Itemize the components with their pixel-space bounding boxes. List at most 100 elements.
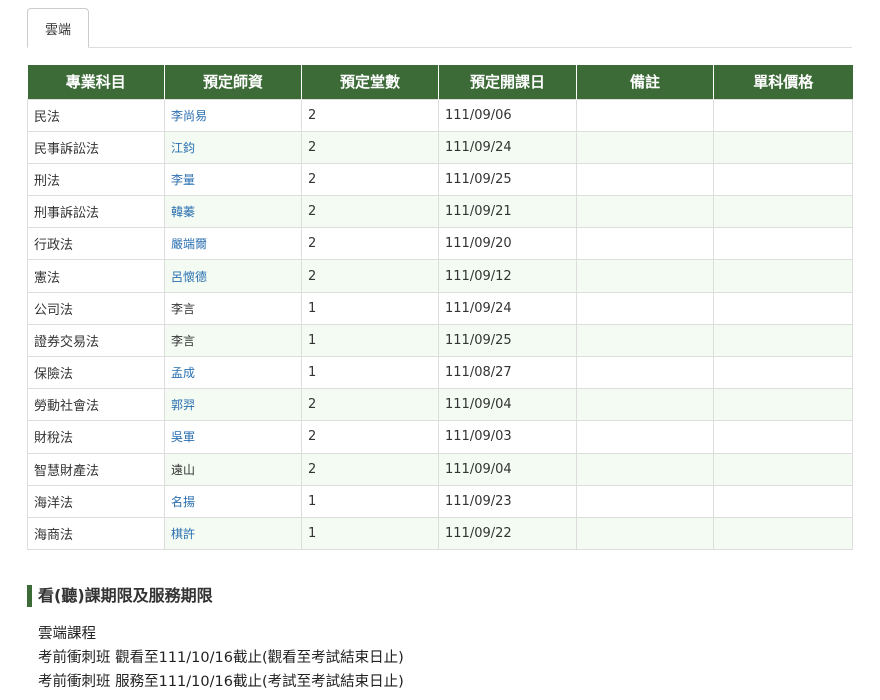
tab-bar: 雲端	[27, 8, 852, 48]
cell-sessions: 1	[301, 291, 439, 325]
teacher-link[interactable]: 郭羿	[171, 398, 195, 412]
cell-teacher: 江鈞	[164, 130, 302, 164]
cell-start-date: 111/09/25	[438, 323, 577, 358]
cell-subject: 民事訴訟法	[27, 130, 165, 164]
cell-price	[713, 323, 853, 358]
table-row: 民法 李尚易 2 111/09/06	[27, 98, 853, 132]
tab-cloud[interactable]: 雲端	[27, 8, 89, 48]
cell-sessions: 2	[301, 227, 439, 261]
teacher-name: 李言	[171, 333, 196, 348]
period-line-service: 考前衝刺班 服務至111/10/16截止(考試至考試結束日止)	[38, 674, 404, 690]
header-subject: 專業科目	[27, 65, 165, 99]
period-info: 雲端課程 考前衝刺班 觀看至111/10/16截止(觀看至考試結束日止) 考前衝…	[38, 622, 404, 694]
cell-subject: 刑法	[27, 162, 165, 197]
cell-teacher: 嚴端爾	[164, 227, 302, 261]
cell-price	[713, 162, 853, 197]
cell-subject: 海洋法	[27, 484, 165, 518]
cell-note	[576, 484, 714, 518]
cell-note	[576, 355, 714, 390]
table-row: 保險法 孟成 1 111/08/27	[27, 355, 853, 390]
cell-start-date: 111/09/22	[438, 516, 577, 551]
cell-note	[576, 259, 714, 293]
cell-sessions: 2	[301, 98, 439, 132]
cell-teacher: 李言	[164, 323, 302, 358]
cell-start-date: 111/09/23	[438, 484, 577, 518]
header-start-date: 預定開課日	[438, 65, 577, 99]
cell-price	[713, 484, 853, 518]
cell-sessions: 1	[301, 323, 439, 358]
course-table: 專業科目 預定師資 預定堂數 預定開課日 備註 單科價格 民法 李尚易 2 111/0…	[27, 65, 853, 551]
cell-note	[576, 130, 714, 164]
cell-teacher: 郭羿	[164, 388, 302, 422]
teacher-link[interactable]: 李量	[171, 173, 195, 187]
cell-price	[713, 227, 853, 261]
cell-teacher: 名揚	[164, 484, 302, 518]
cell-sessions: 2	[301, 420, 439, 454]
teacher-link[interactable]: 江鈞	[171, 141, 195, 155]
cell-note	[576, 388, 714, 422]
table-row: 智慧財產法 遠山 2 111/09/04	[27, 452, 853, 486]
cell-sessions: 2	[301, 388, 439, 422]
table-row: 海商法 棋許 1 111/09/22	[27, 516, 853, 551]
table-row: 行政法 嚴端爾 2 111/09/20	[27, 227, 853, 261]
cell-teacher: 李量	[164, 162, 302, 197]
cell-start-date: 111/09/03	[438, 420, 577, 454]
period-section-title: 看(聽)課期限及服務期限	[27, 585, 213, 607]
cell-teacher: 棋許	[164, 516, 302, 551]
cell-subject: 憲法	[27, 259, 165, 293]
cell-subject: 財稅法	[27, 420, 165, 454]
table-row: 勞動社會法 郭羿 2 111/09/04	[27, 388, 853, 422]
header-sessions: 預定堂數	[301, 65, 439, 99]
teacher-link[interactable]: 棋許	[171, 527, 195, 541]
cell-teacher: 孟成	[164, 355, 302, 390]
cell-subject: 智慧財產法	[27, 452, 165, 486]
cell-subject: 民法	[27, 98, 165, 132]
cell-start-date: 111/09/20	[438, 227, 577, 261]
teacher-link[interactable]: 李尚易	[171, 109, 207, 123]
teacher-link[interactable]: 孟成	[171, 366, 195, 380]
cell-sessions: 2	[301, 130, 439, 164]
teacher-link[interactable]: 韓蓁	[171, 205, 195, 219]
cell-start-date: 111/08/27	[438, 355, 577, 390]
table-row: 證券交易法 李言 1 111/09/25	[27, 323, 853, 358]
cell-subject: 刑事訴訟法	[27, 195, 165, 229]
cell-price	[713, 355, 853, 390]
table-row: 憲法 呂懷德 2 111/09/12	[27, 259, 853, 293]
cell-start-date: 111/09/12	[438, 259, 577, 293]
cell-price	[713, 291, 853, 325]
table-header-row: 專業科目 預定師資 預定堂數 預定開課日 備註 單科價格	[27, 65, 853, 99]
teacher-link[interactable]: 名揚	[171, 495, 195, 509]
cell-note	[576, 195, 714, 229]
cell-note	[576, 291, 714, 325]
table-row: 公司法 李言 1 111/09/24	[27, 291, 853, 325]
cell-teacher: 李言	[164, 291, 302, 325]
cell-teacher: 遠山	[164, 452, 302, 486]
header-teacher: 預定師資	[164, 65, 302, 99]
period-line-cloud: 雲端課程	[38, 626, 96, 642]
cell-note	[576, 420, 714, 454]
header-price: 單科價格	[713, 65, 853, 99]
cell-subject: 行政法	[27, 227, 165, 261]
cell-note	[576, 452, 714, 486]
cell-subject: 公司法	[27, 291, 165, 325]
cell-price	[713, 259, 853, 293]
cell-start-date: 111/09/24	[438, 291, 577, 325]
cell-sessions: 2	[301, 452, 439, 486]
cell-sessions: 2	[301, 259, 439, 293]
cell-sessions: 2	[301, 162, 439, 197]
cell-price	[713, 98, 853, 132]
table-row: 民事訴訟法 江鈞 2 111/09/24	[27, 130, 853, 164]
teacher-link[interactable]: 呂懷德	[171, 270, 207, 284]
cell-price	[713, 516, 853, 551]
cell-price	[713, 195, 853, 229]
cell-start-date: 111/09/04	[438, 388, 577, 422]
cell-start-date: 111/09/25	[438, 162, 577, 197]
cell-price	[713, 420, 853, 454]
teacher-link[interactable]: 嚴端爾	[171, 237, 207, 251]
cell-sessions: 1	[301, 355, 439, 390]
header-note: 備註	[576, 65, 714, 99]
cell-sessions: 2	[301, 195, 439, 229]
cell-subject: 海商法	[27, 516, 165, 551]
cell-note	[576, 162, 714, 197]
teacher-link[interactable]: 吳軍	[171, 430, 195, 444]
